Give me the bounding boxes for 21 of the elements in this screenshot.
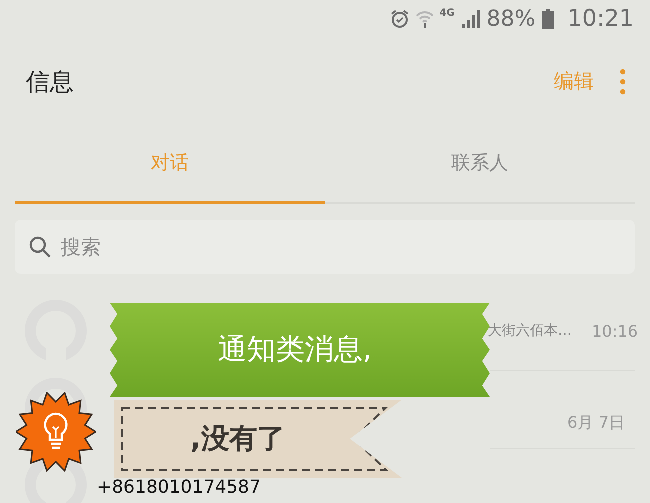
tab[interactable]: 联系人 — [325, 125, 635, 204]
screen-title: 信息 — [26, 66, 75, 98]
search-field[interactable]: 搜索 — [15, 220, 635, 274]
notice-banner: 通知类消息, — [110, 303, 490, 397]
message-preview: 大街六佰本… — [487, 322, 572, 340]
contact-number: +8618010174587 — [97, 477, 262, 498]
clock-time: 10:21 — [568, 6, 634, 32]
wifi-icon — [416, 9, 434, 29]
battery-icon — [542, 9, 554, 29]
message-time: 6月 7日 — [568, 413, 625, 434]
search-icon — [28, 235, 52, 259]
edit-button[interactable]: 编辑 — [554, 68, 594, 95]
alarm-icon — [390, 9, 410, 29]
more-options-icon[interactable] — [620, 68, 626, 94]
signal-icon — [460, 9, 481, 29]
message-time: 10:16 — [592, 322, 638, 340]
ribbon-label: ,没有了 — [114, 400, 402, 478]
lightbulb-badge-icon — [16, 392, 96, 472]
battery-percent: 88% — [486, 6, 536, 32]
tab[interactable]: 对话 — [15, 125, 325, 204]
network-type: 4G — [440, 8, 455, 19]
